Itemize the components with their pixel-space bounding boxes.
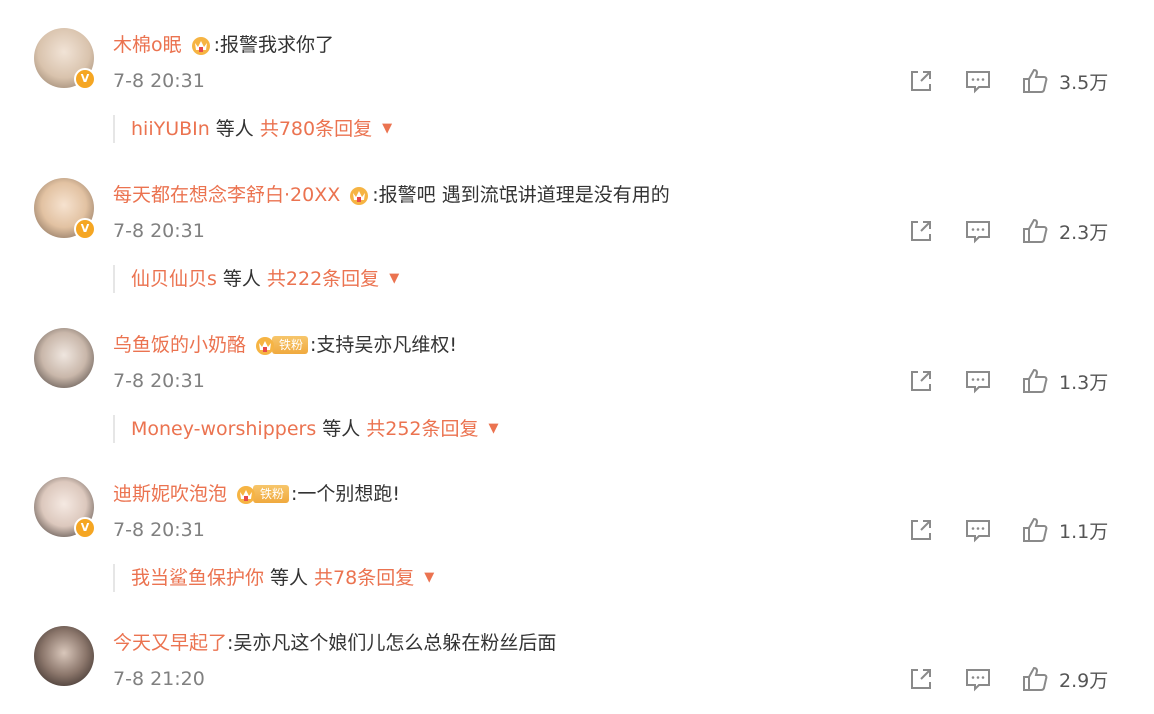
- caret-down-icon[interactable]: ▼: [382, 115, 392, 143]
- fan-tag: 铁粉: [253, 485, 290, 503]
- like-count: 1.3万: [1059, 371, 1109, 394]
- fan-tag: 铁粉: [272, 336, 309, 354]
- comment-icon[interactable]: [964, 217, 992, 245]
- thumbs-up-icon[interactable]: [1021, 367, 1049, 395]
- like-count: 2.9万: [1059, 669, 1109, 692]
- comment-text: :报警我求你了: [213, 34, 335, 56]
- share-icon[interactable]: [907, 67, 935, 95]
- comment-text: :一个别想跑!: [291, 483, 401, 505]
- reply-total-link[interactable]: 共252条回复: [366, 415, 478, 443]
- reply-etc-label: 等人: [270, 567, 309, 589]
- reply-username[interactable]: 我当鲨鱼保护你: [131, 564, 264, 592]
- replies-summary[interactable]: 仙贝仙贝s 等人 共222条回复 ▼: [113, 265, 399, 293]
- comment-username[interactable]: 每天都在想念李舒白·20XX: [113, 182, 340, 208]
- reply-total-link[interactable]: 共222条回复: [267, 265, 379, 293]
- comment-text: :报警吧 遇到流氓讲道理是没有用的: [372, 184, 670, 206]
- comment-text: :支持吴亦凡维权!: [310, 334, 458, 356]
- avatar[interactable]: V: [34, 178, 96, 240]
- crown-badge-icon[interactable]: 铁粉: [235, 483, 290, 505]
- reply-username[interactable]: Money-worshippers: [131, 415, 316, 443]
- like-count: 2.3万: [1059, 221, 1109, 244]
- comment-username[interactable]: 今天又早起了: [113, 630, 227, 656]
- crown-badge-icon[interactable]: [190, 34, 212, 56]
- comment-username[interactable]: 木棉o眠: [113, 32, 182, 58]
- reply-etc-label: 等人: [222, 268, 261, 290]
- comment-icon[interactable]: [964, 367, 992, 395]
- replies-summary[interactable]: 我当鲨鱼保护你 等人 共78条回复 ▼: [113, 564, 434, 592]
- reply-total-link[interactable]: 共78条回复: [314, 564, 414, 592]
- caret-down-icon[interactable]: ▼: [424, 564, 434, 592]
- avatar[interactable]: V: [34, 477, 96, 539]
- comment-icon[interactable]: [964, 516, 992, 544]
- reply-username[interactable]: hiiYUBIn: [131, 115, 210, 143]
- share-icon[interactable]: [907, 217, 935, 245]
- comment-username[interactable]: 迪斯妮吹泡泡: [113, 481, 227, 507]
- verified-v-icon: V: [74, 517, 96, 539]
- thumbs-up-icon[interactable]: [1021, 516, 1049, 544]
- share-icon[interactable]: [907, 665, 935, 693]
- replies-summary[interactable]: hiiYUBIn 等人 共780条回复 ▼: [113, 115, 392, 143]
- caret-down-icon[interactable]: ▼: [489, 415, 499, 443]
- thumbs-up-icon[interactable]: [1021, 67, 1049, 95]
- comment-icon[interactable]: [964, 665, 992, 693]
- verified-v-icon: V: [74, 218, 96, 240]
- comment-time: 7-8 21:20: [113, 668, 205, 690]
- like-count: 3.5万: [1059, 71, 1109, 94]
- avatar[interactable]: [34, 328, 94, 388]
- thumbs-up-icon[interactable]: [1021, 665, 1049, 693]
- comment-time: 7-8 20:31: [113, 519, 205, 541]
- avatar[interactable]: [34, 626, 94, 686]
- reply-total-link[interactable]: 共780条回复: [260, 115, 372, 143]
- replies-summary[interactable]: Money-worshippers 等人 共252条回复 ▼: [113, 415, 499, 443]
- comment-time: 7-8 20:31: [113, 70, 205, 92]
- share-icon[interactable]: [907, 516, 935, 544]
- verified-v-icon: V: [74, 68, 96, 90]
- avatar[interactable]: V: [34, 28, 96, 90]
- caret-down-icon[interactable]: ▼: [389, 265, 399, 293]
- reply-etc-label: 等人: [322, 418, 361, 440]
- thumbs-up-icon[interactable]: [1021, 217, 1049, 245]
- crown-badge-icon[interactable]: [348, 184, 370, 206]
- reply-username[interactable]: 仙贝仙贝s: [131, 265, 217, 293]
- comment-text: :吴亦凡这个娘们儿怎么总躲在粉丝后面: [227, 632, 557, 654]
- comment-time: 7-8 20:31: [113, 220, 205, 242]
- like-count: 1.1万: [1059, 520, 1109, 543]
- comment-username[interactable]: 乌鱼饭的小奶酪: [113, 332, 246, 358]
- comment-icon[interactable]: [964, 67, 992, 95]
- share-icon[interactable]: [907, 367, 935, 395]
- comment-time: 7-8 20:31: [113, 370, 205, 392]
- reply-etc-label: 等人: [215, 118, 254, 140]
- crown-badge-icon[interactable]: 铁粉: [254, 334, 309, 356]
